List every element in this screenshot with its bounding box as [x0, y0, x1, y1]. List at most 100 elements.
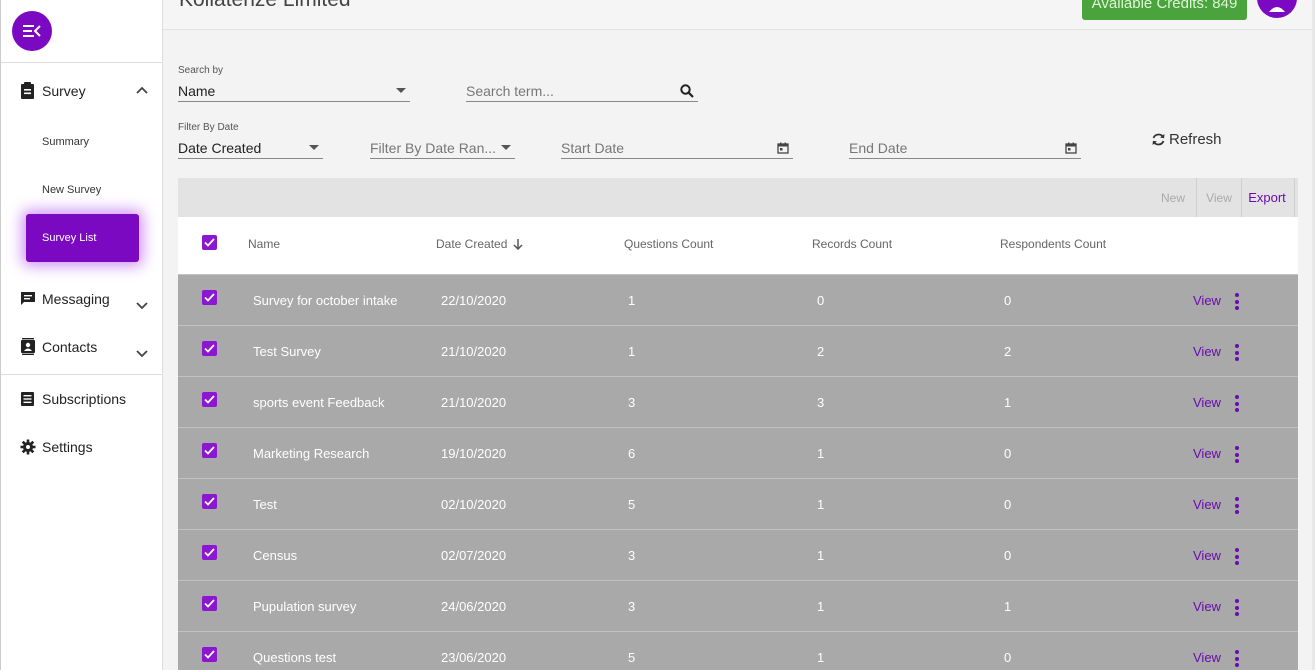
table-row[interactable]: Pupulation survey 24/06/2020 3 1 1 View [178, 580, 1298, 631]
checkmark-icon [204, 650, 215, 659]
chevron-down-icon[interactable] [134, 346, 150, 362]
search-input[interactable]: Search term... [466, 80, 698, 102]
gear-icon [19, 438, 36, 455]
cell-date-created: 21/10/2020 [441, 395, 507, 410]
table-row[interactable]: Questions test 23/06/2020 5 1 0 View [178, 631, 1298, 670]
row-checkbox[interactable] [202, 596, 217, 611]
cell-date-created: 23/06/2020 [441, 650, 507, 665]
checkmark-icon [204, 446, 215, 455]
calendar-icon[interactable] [777, 142, 789, 154]
checkmark-icon [204, 238, 215, 247]
column-header-date-created[interactable]: Date Created [436, 237, 524, 251]
sidebar-item-survey[interactable]: Survey [19, 82, 86, 99]
dropdown-arrow-icon [501, 145, 511, 150]
more-options-icon[interactable] [1235, 548, 1239, 565]
table-row[interactable]: sports event Feedback 21/10/2020 3 3 1 View [178, 376, 1298, 427]
row-view-link[interactable]: View [1193, 446, 1221, 461]
row-checkbox[interactable] [202, 290, 217, 305]
sidebar-item-settings[interactable]: Settings [19, 438, 93, 455]
new-button[interactable]: New [1150, 178, 1196, 217]
cell-questions-count: 5 [628, 497, 636, 512]
cell-respondents-count: 2 [1004, 344, 1012, 359]
column-header-name[interactable]: Name [248, 237, 280, 251]
more-options-icon[interactable] [1235, 344, 1239, 361]
chevron-down-icon[interactable] [134, 298, 150, 314]
cell-questions-count: 6 [628, 446, 636, 461]
start-date-field[interactable]: Start Date [561, 137, 793, 159]
filter-by-date-value: Date Created [178, 139, 262, 156]
cell-name: Questions test [253, 650, 337, 665]
cell-respondents-count: 1 [1004, 599, 1012, 614]
clipboard-icon [19, 82, 36, 99]
row-view-link[interactable]: View [1193, 293, 1221, 308]
cell-name: Test [253, 497, 277, 512]
table-row[interactable]: Test Survey 21/10/2020 1 2 2 View [178, 325, 1298, 376]
more-options-icon[interactable] [1235, 446, 1239, 463]
toolbar-divider [1294, 178, 1295, 217]
sidebar-item-new-survey[interactable]: New Survey [42, 184, 101, 196]
checkmark-icon [204, 293, 215, 302]
row-checkbox[interactable] [202, 647, 217, 662]
cell-date-created: 19/10/2020 [441, 446, 507, 461]
credits-badge[interactable]: Available Credits: 849 [1082, 0, 1247, 20]
sidebar: Survey Summary New Survey Survey List Me… [0, 0, 163, 670]
cell-name: Marketing Research [253, 446, 370, 461]
date-range-select[interactable]: Filter By Date Ran... [370, 137, 515, 159]
row-checkbox[interactable] [202, 341, 217, 356]
table-row[interactable]: Marketing Research 19/10/2020 6 1 0 View [178, 427, 1298, 478]
sidebar-item-label: Subscriptions [42, 390, 127, 407]
select-all-checkbox[interactable] [202, 235, 217, 250]
refresh-button[interactable]: Refresh [1151, 131, 1222, 148]
row-checkbox[interactable] [202, 392, 217, 407]
end-date-field[interactable]: End Date [849, 137, 1081, 159]
filter-by-date-select[interactable]: Date Created [178, 137, 323, 159]
cell-records-count: 1 [817, 548, 825, 563]
table-row[interactable]: Test 02/10/2020 5 1 0 View [178, 478, 1298, 529]
menu-toggle-button[interactable] [12, 11, 52, 51]
row-checkbox[interactable] [202, 545, 217, 560]
sidebar-item-messaging[interactable]: Messaging [19, 290, 110, 307]
more-options-icon[interactable] [1235, 497, 1239, 514]
sidebar-item-survey-list[interactable]: Survey List [26, 214, 139, 262]
avatar[interactable] [1257, 0, 1297, 18]
column-header-respondents-count[interactable]: Respondents Count [1000, 237, 1106, 251]
sidebar-divider [1, 374, 163, 375]
column-header-questions-count[interactable]: Questions Count [624, 237, 713, 251]
row-view-link[interactable]: View [1193, 497, 1221, 512]
company-name: Kollatenze Limited [179, 0, 351, 12]
cell-name: sports event Feedback [253, 395, 385, 410]
chevron-up-icon[interactable] [134, 82, 150, 98]
calendar-icon[interactable] [1065, 142, 1077, 154]
more-options-icon[interactable] [1235, 293, 1239, 310]
sidebar-item-subscriptions[interactable]: Subscriptions [19, 390, 126, 407]
more-options-icon[interactable] [1235, 395, 1239, 412]
sidebar-item-summary[interactable]: Summary [42, 136, 89, 148]
cell-respondents-count: 0 [1004, 548, 1012, 563]
cell-questions-count: 3 [628, 395, 636, 410]
more-options-icon[interactable] [1235, 599, 1239, 616]
cell-questions-count: 1 [628, 344, 636, 359]
cell-questions-count: 3 [628, 548, 636, 563]
export-button[interactable]: Export [1242, 178, 1292, 217]
search-icon[interactable] [680, 83, 694, 98]
table-row[interactable]: Census 02/07/2020 3 1 0 View [178, 529, 1298, 580]
row-view-link[interactable]: View [1193, 650, 1221, 665]
cell-date-created: 02/10/2020 [441, 497, 507, 512]
filter-by-date-label: Filter By Date [178, 122, 239, 133]
sidebar-item-contacts[interactable]: Contacts [19, 338, 97, 355]
dropdown-arrow-icon [396, 88, 406, 93]
more-options-icon[interactable] [1235, 650, 1239, 667]
search-by-select[interactable]: Name [178, 80, 410, 102]
table-row[interactable]: Survey for october intake 22/10/2020 1 0 0 Vi… [178, 274, 1298, 325]
row-checkbox[interactable] [202, 494, 217, 509]
cell-records-count: 1 [817, 497, 825, 512]
row-view-link[interactable]: View [1193, 395, 1221, 410]
row-view-link[interactable]: View [1193, 548, 1221, 563]
sidebar-item-label: Settings [42, 438, 93, 455]
column-header-records-count[interactable]: Records Count [812, 237, 892, 251]
row-view-link[interactable]: View [1193, 599, 1221, 614]
row-view-link[interactable]: View [1193, 344, 1221, 359]
row-checkbox[interactable] [202, 443, 217, 458]
view-button[interactable]: View [1197, 178, 1241, 217]
table-header: Name Date Created Questions Count Record… [178, 217, 1298, 274]
